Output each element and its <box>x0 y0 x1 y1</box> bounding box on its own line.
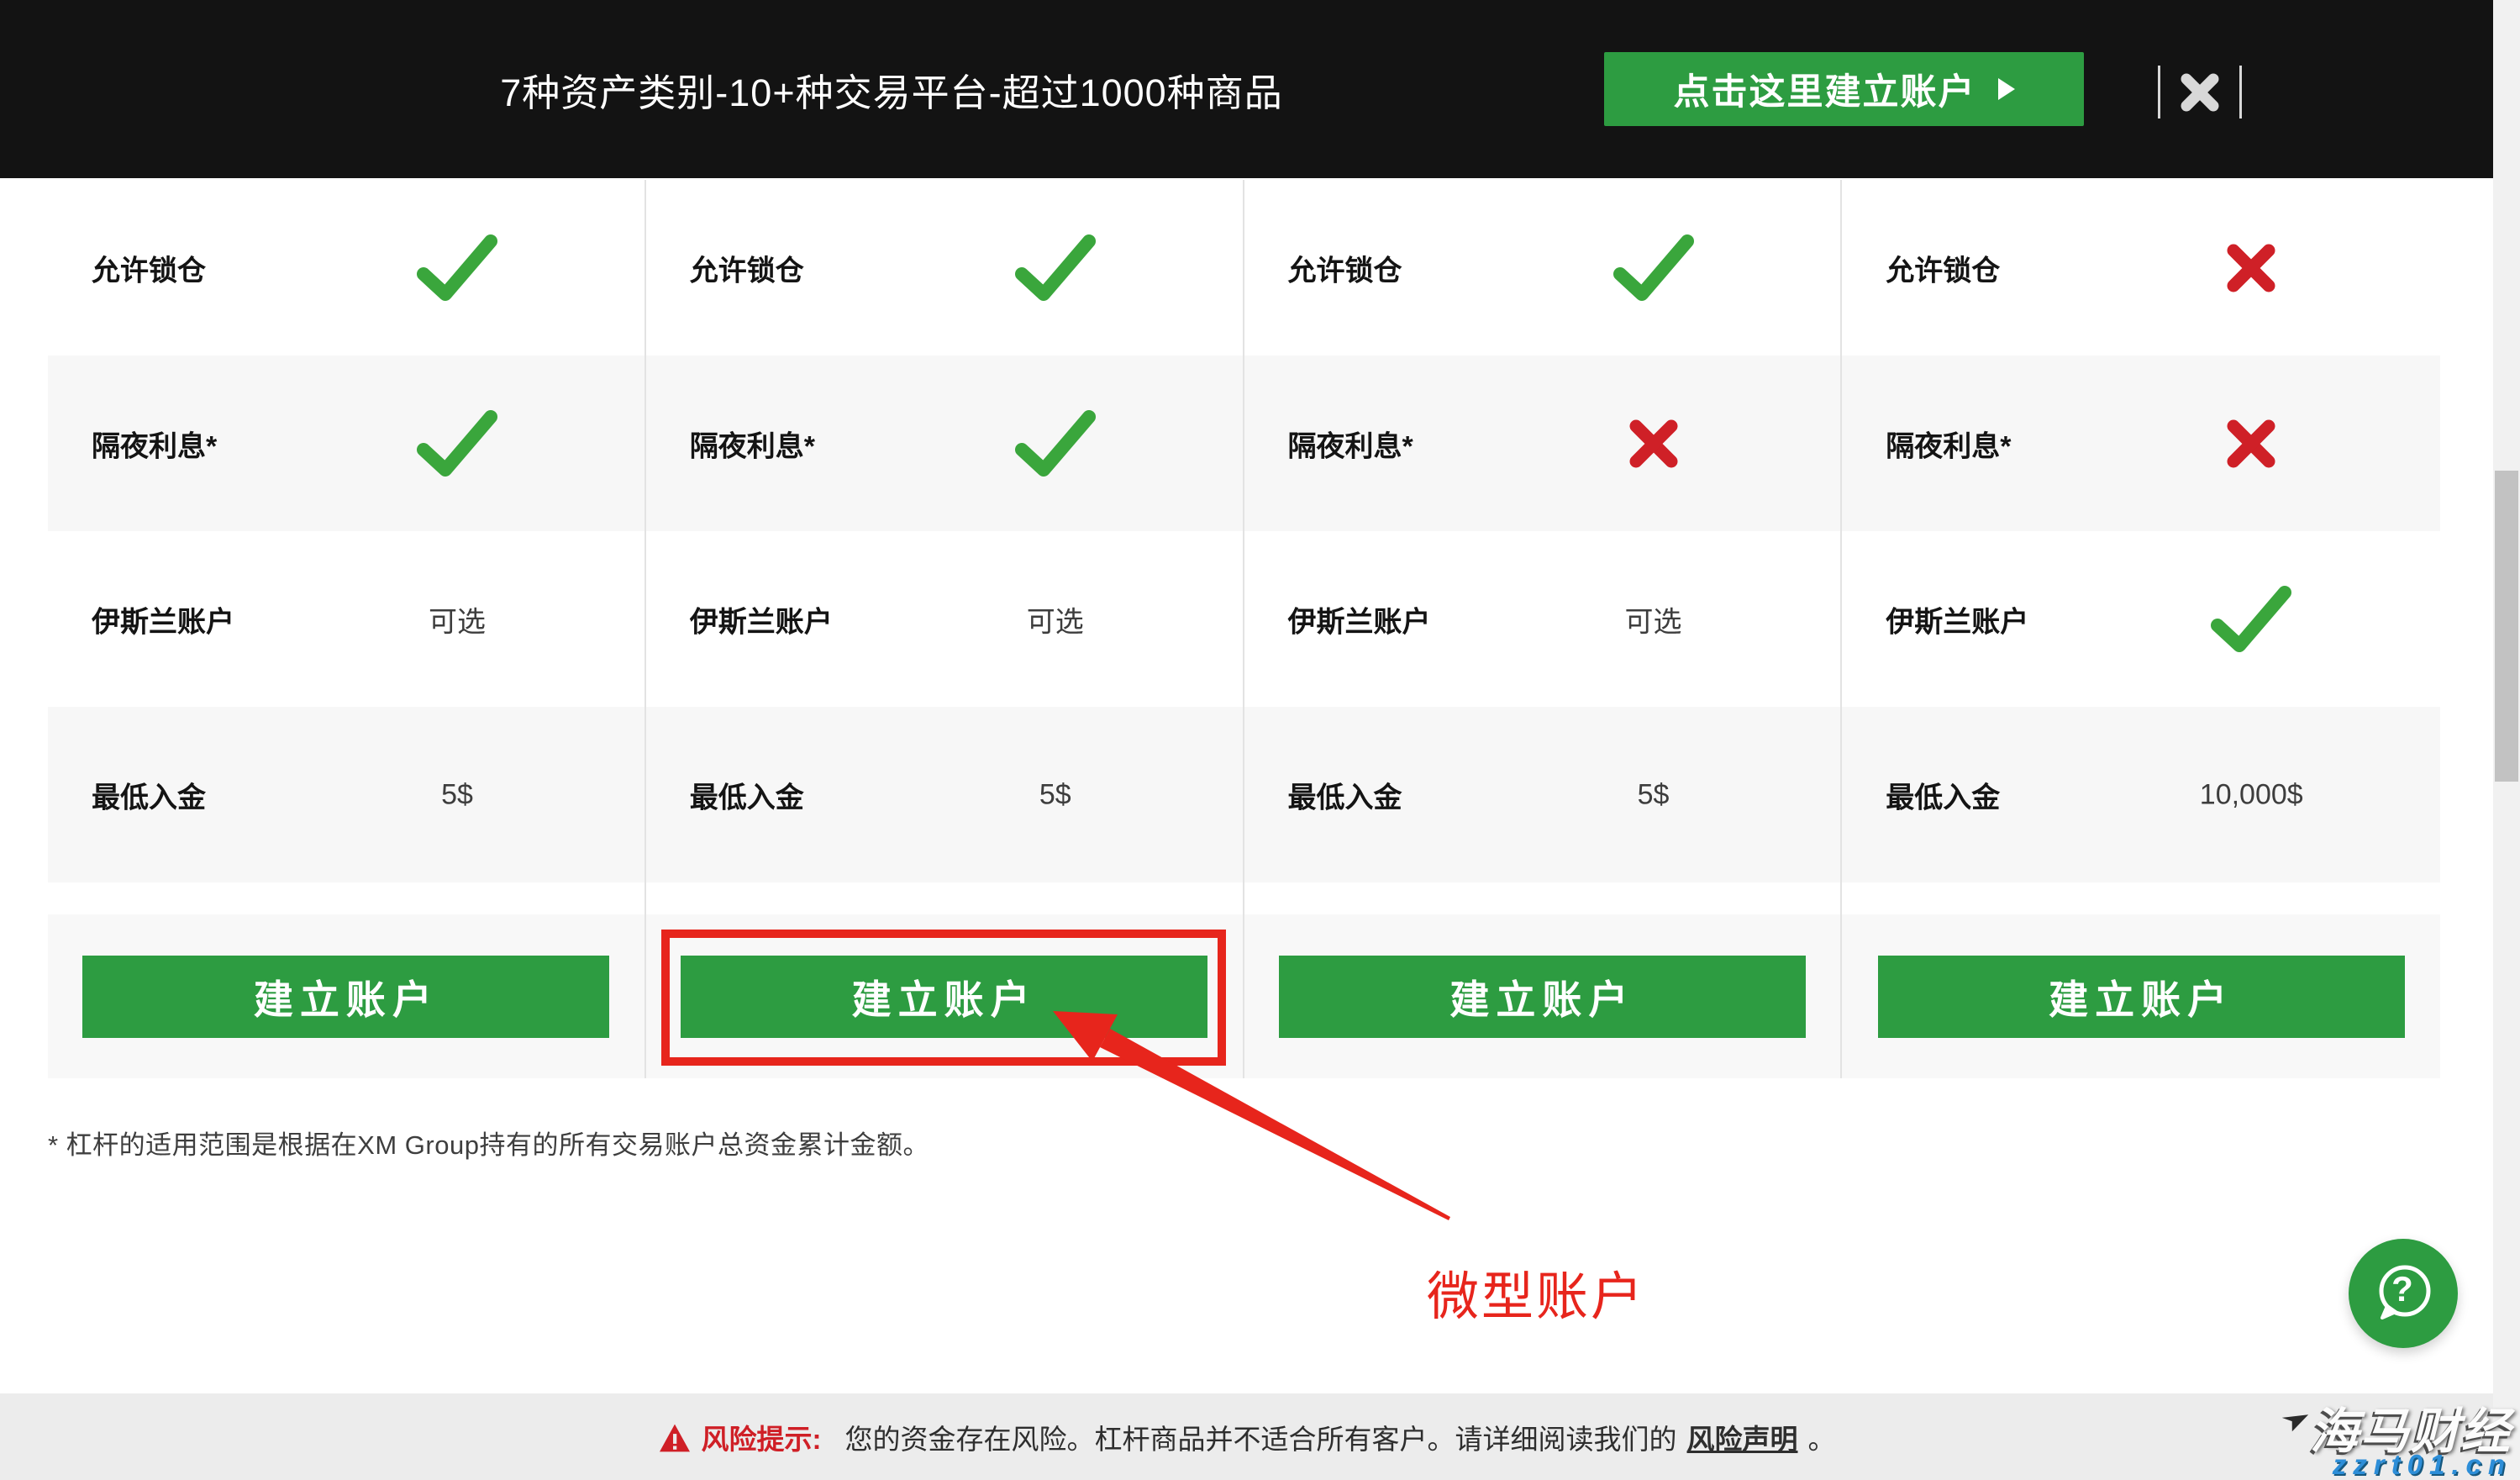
row-spacer <box>1244 882 1841 914</box>
check-icon <box>1612 234 1696 303</box>
row-spacer <box>48 882 644 914</box>
row-value: 可选 <box>429 598 486 640</box>
create-account-cta-button[interactable]: 点击这里建立账户 <box>1604 52 2084 126</box>
annotation-label: 微型账户 <box>1427 1254 1645 1330</box>
table-row: 伊斯兰账户 可选 <box>48 531 644 707</box>
button-row: 建立账户 <box>1842 914 2440 1078</box>
check-icon <box>2209 585 2293 654</box>
button-row: 建立账户 <box>1244 914 1841 1078</box>
highlight-rectangle <box>661 930 1226 1066</box>
table-row: 伊斯兰账户 可选 <box>646 531 1243 707</box>
table-row: 伊斯兰账户 可选 <box>1244 531 1841 707</box>
cta-label: 点击这里建立账户 <box>1674 63 1976 115</box>
row-spacer <box>646 882 1243 914</box>
risk-statement-link[interactable]: 风险声明 <box>1687 1417 1798 1457</box>
table-row: 伊斯兰账户 <box>1842 531 2440 707</box>
top-banner: 7种资产类别-10+种交易平台-超过1000种商品 点击这里建立账户 <box>0 0 2493 178</box>
page: 7种资产类别-10+种交易平台-超过1000种商品 点击这里建立账户 允许锁仓隔… <box>0 0 2520 1480</box>
risk-text-suffix: 。 <box>1808 1417 1836 1457</box>
create-account-button[interactable]: 建立账户 <box>82 956 609 1038</box>
check-icon <box>415 234 499 303</box>
row-label: 隔夜利息* <box>92 423 217 464</box>
row-value: 5$ <box>1039 778 1071 811</box>
create-account-button[interactable]: 建立账户 <box>1279 956 1806 1038</box>
table-row: 允许锁仓 <box>1842 180 2440 356</box>
table-row: 最低入金 10,000$ <box>1842 707 2440 882</box>
row-label: 隔夜利息* <box>1288 423 1413 464</box>
row-label: 伊斯兰账户 <box>690 598 833 640</box>
check-icon <box>1013 409 1097 478</box>
banner-headline: 7种资产类别-10+种交易平台-超过1000种商品 <box>420 0 1363 178</box>
account-comparison-table: 允许锁仓隔夜利息* 伊斯兰账户 可选最低入金 5$ 建立账户 允许锁仓隔夜利息* 伊斯兰账户… <box>48 180 2440 1078</box>
close-icon <box>2178 72 2222 113</box>
table-row: 隔夜利息* <box>48 356 644 531</box>
row-label: 最低入金 <box>1886 774 2000 815</box>
risk-text: 您的资金存在风险。杠杆商品并不适合所有客户。请详细阅读我们的 <box>845 1417 1677 1457</box>
table-row: 最低入金 5$ <box>646 707 1243 882</box>
row-label: 伊斯兰账户 <box>1288 598 1431 640</box>
row-value: 可选 <box>1027 598 1084 640</box>
table-row: 隔夜利息* <box>1842 356 2440 531</box>
account-column-1: 允许锁仓隔夜利息* 伊斯兰账户 可选最低入金 5$ 建立账户 <box>48 180 646 1078</box>
row-label: 允许锁仓 <box>690 247 804 288</box>
check-icon <box>1013 234 1097 303</box>
warning-icon <box>658 1423 692 1453</box>
button-row: 建立账户 <box>48 914 644 1078</box>
scrollbar[interactable] <box>2493 0 2520 1480</box>
risk-title: 风险提示: <box>702 1417 822 1457</box>
table-row: 允许锁仓 <box>1244 180 1841 356</box>
row-label: 隔夜利息* <box>1886 423 2011 464</box>
cta-arrow-icon <box>1998 78 2015 100</box>
table-row: 最低入金 5$ <box>48 707 644 882</box>
row-value: 10,000$ <box>2200 778 2303 811</box>
cross-icon <box>1628 418 1680 470</box>
cross-icon <box>2225 242 2277 294</box>
row-value: 5$ <box>441 778 473 811</box>
divider <box>2239 66 2242 119</box>
account-column-4: 允许锁仓隔夜利息* 伊斯兰账户最低入金 10,000$ 建立账户 <box>1842 180 2440 1078</box>
row-value: 5$ <box>1638 778 1670 811</box>
divider <box>2158 66 2160 119</box>
check-icon <box>415 409 499 478</box>
row-spacer <box>1842 882 2440 914</box>
account-column-3: 允许锁仓隔夜利息* 伊斯兰账户 可选最低入金 5$ 建立账户 <box>1244 180 1843 1078</box>
close-button[interactable] <box>2173 66 2227 119</box>
table-row: 允许锁仓 <box>646 180 1243 356</box>
paper-plane-icon <box>2280 1405 2308 1434</box>
row-label: 伊斯兰账户 <box>92 598 234 640</box>
table-row: 最低入金 5$ <box>1244 707 1841 882</box>
row-label: 最低入金 <box>1288 774 1402 815</box>
help-question-mark: ? <box>2391 1269 2413 1309</box>
cross-icon <box>2225 418 2277 470</box>
row-label: 允许锁仓 <box>1886 247 2000 288</box>
table-row: 隔夜利息* <box>1244 356 1841 531</box>
row-label: 伊斯兰账户 <box>1886 598 2028 640</box>
help-button[interactable]: ? <box>2349 1239 2458 1348</box>
leverage-footnote: * 杠杆的适用范围是根据在XM Group持有的所有交易账户总资金累计金额。 <box>48 1124 929 1161</box>
row-label: 允许锁仓 <box>1288 247 1402 288</box>
create-account-button[interactable]: 建立账户 <box>1878 956 2405 1038</box>
table-row: 允许锁仓 <box>48 180 644 356</box>
row-label: 最低入金 <box>92 774 206 815</box>
watermark-site: zzrt01.cn <box>2333 1449 2512 1480</box>
row-value: 可选 <box>1625 598 1682 640</box>
risk-warning-bar: 风险提示: 您的资金存在风险。杠杆商品并不适合所有客户。请详细阅读我们的风险声明… <box>0 1393 2493 1480</box>
row-label: 允许锁仓 <box>92 247 206 288</box>
row-label: 隔夜利息* <box>690 423 815 464</box>
scrollbar-thumb[interactable] <box>2495 471 2518 782</box>
row-label: 最低入金 <box>690 774 804 815</box>
table-row: 隔夜利息* <box>646 356 1243 531</box>
